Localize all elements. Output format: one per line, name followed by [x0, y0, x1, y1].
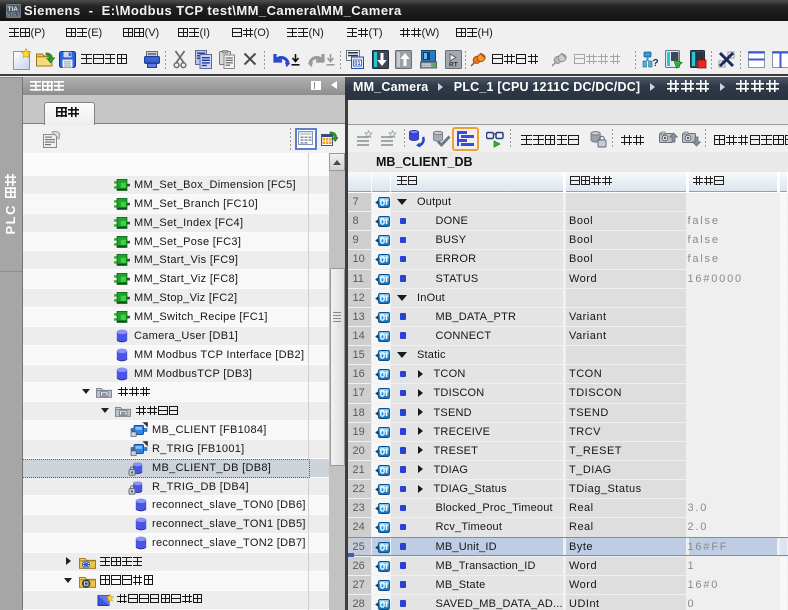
svg-text:V15.1: V15.1 — [7, 13, 20, 19]
svg-text:RT: RT — [449, 62, 458, 69]
svg-text:01: 01 — [354, 61, 360, 67]
svg-text:?: ? — [653, 58, 659, 69]
